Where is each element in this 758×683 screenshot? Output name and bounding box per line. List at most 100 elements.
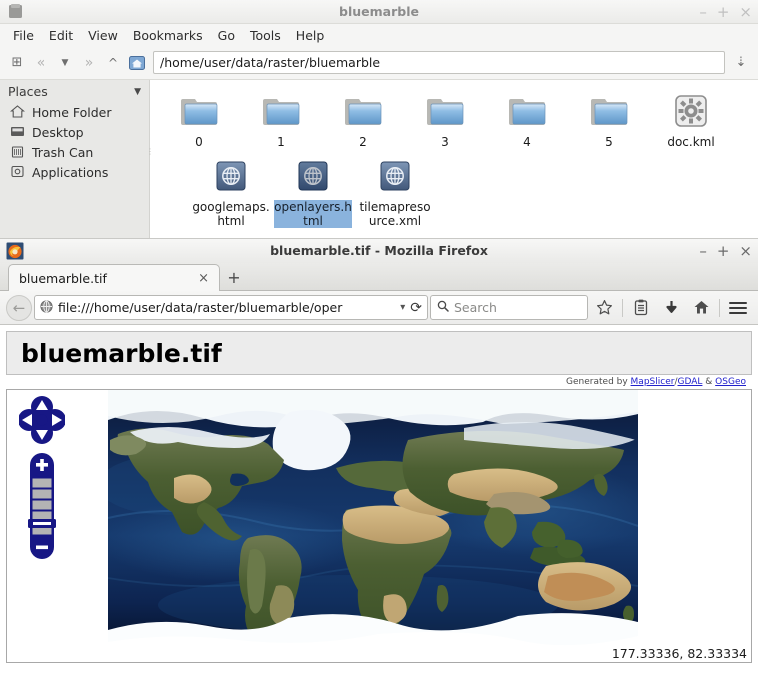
- fm-close-button[interactable]: ×: [739, 4, 752, 20]
- firefox-window-buttons: – + ×: [699, 239, 752, 263]
- file-item-label: openlayers.html: [274, 200, 352, 228]
- reading-list-icon[interactable]: [627, 295, 655, 321]
- path-dropdown-icon[interactable]: ⇣: [730, 51, 752, 75]
- file-item-folder-4[interactable]: 4: [486, 86, 568, 151]
- new-tab-icon[interactable]: ⊞: [6, 51, 28, 75]
- fm-maximize-button[interactable]: +: [717, 4, 730, 20]
- home-icon[interactable]: [687, 295, 715, 321]
- file-item-folder-2[interactable]: 2: [322, 86, 404, 151]
- pan-control[interactable]: [18, 395, 66, 447]
- folder-icon: [342, 90, 384, 132]
- file-item-openlayers-html[interactable]: openlayers.html: [272, 151, 354, 230]
- history-dropdown-icon[interactable]: ▼: [54, 51, 76, 75]
- places-title: Places: [8, 84, 48, 99]
- file-item-label: googlemaps.html: [192, 200, 270, 228]
- sep-amp: &: [702, 377, 716, 387]
- menu-go[interactable]: Go: [211, 26, 242, 45]
- url-bar[interactable]: file:///home/user/data/raster/bluemarble…: [34, 295, 428, 320]
- forward-icon[interactable]: »: [78, 51, 100, 75]
- file-item-googlemaps-html[interactable]: googlemaps.html: [190, 151, 272, 230]
- file-item-doc-kml[interactable]: doc.kml: [650, 86, 732, 151]
- file-manager-titlebar: bluemarble – + ×: [0, 0, 758, 24]
- file-item-folder-0[interactable]: 0: [158, 86, 240, 151]
- firefox-window: bluemarble.tif - Mozilla Firefox – + × b…: [0, 238, 758, 683]
- generated-by-line: Generated by MapSlicer/GDAL & OSGeo: [6, 375, 752, 389]
- file-item-folder-5[interactable]: 5: [568, 86, 650, 151]
- zoom-slider[interactable]: [19, 451, 65, 561]
- back-button[interactable]: ←: [6, 294, 32, 321]
- folder-icon: [506, 90, 548, 132]
- menu-view[interactable]: View: [81, 26, 125, 45]
- places-sidebar: Places ▼ Home Folder Desktop Trash Can A…: [0, 80, 150, 240]
- file-item-label: 4: [523, 135, 531, 149]
- ff-close-button[interactable]: ×: [739, 243, 752, 259]
- sidebar-item-applications[interactable]: Applications: [4, 162, 149, 182]
- search-icon: [437, 300, 449, 315]
- menu-file[interactable]: File: [6, 26, 41, 45]
- applications-icon: [10, 164, 26, 180]
- firefox-tabbar: bluemarble.tif × +: [0, 263, 758, 291]
- trash-icon: [10, 144, 26, 160]
- reload-icon[interactable]: ⟳: [410, 300, 422, 316]
- sidebar-item-label: Home Folder: [32, 104, 112, 120]
- downloads-icon[interactable]: [657, 295, 685, 321]
- sidebar-resize-handle[interactable]: ⋮: [146, 148, 154, 164]
- menu-hamburger-icon[interactable]: [724, 295, 752, 321]
- sidebar-item-trash-can[interactable]: Trash Can: [4, 142, 149, 162]
- menu-bookmarks[interactable]: Bookmarks: [126, 26, 210, 45]
- web-document-icon: [292, 155, 334, 197]
- file-item-folder-1[interactable]: 1: [240, 86, 322, 151]
- places-collapse-icon[interactable]: ▼: [134, 87, 141, 97]
- file-list-area[interactable]: ⋮ 0 1 2 3 4 5 doc.kml googlemaps.html op…: [146, 80, 758, 240]
- close-icon[interactable]: ×: [194, 271, 213, 286]
- menu-help[interactable]: Help: [289, 26, 332, 45]
- firefox-titlebar: bluemarble.tif - Mozilla Firefox – + ×: [0, 239, 758, 263]
- sidebar-item-label: Applications: [32, 164, 109, 180]
- folder-icon: [424, 90, 466, 132]
- file-manager-menubar: File Edit View Bookmarks Go Tools Help: [0, 24, 758, 46]
- home-icon[interactable]: [126, 51, 148, 75]
- page-header: bluemarble.tif: [6, 331, 752, 375]
- coordinate-readout: 177.33336, 82.33334: [611, 646, 747, 661]
- file-item-label: 3: [441, 135, 449, 149]
- map-image[interactable]: [108, 390, 638, 655]
- ff-maximize-button[interactable]: +: [717, 243, 730, 259]
- map-viewport[interactable]: 177.33336, 82.33334: [6, 389, 752, 663]
- parent-folder-icon[interactable]: ^: [102, 51, 124, 75]
- sidebar-item-label: Desktop: [32, 124, 84, 140]
- gdal-link[interactable]: GDAL: [678, 377, 703, 387]
- new-tab-button[interactable]: +: [220, 264, 248, 290]
- map-navigation-controls[interactable]: [18, 395, 66, 561]
- sidebar-item-label: Trash Can: [32, 144, 94, 160]
- sidebar-item-desktop[interactable]: Desktop: [4, 122, 149, 142]
- search-placeholder: Search: [454, 300, 497, 315]
- file-manager-toolbar: ⊞ « ▼ » ^ /home/user/data/raster/bluemar…: [0, 46, 758, 80]
- bookmark-star-icon[interactable]: [590, 295, 618, 321]
- file-item-folder-3[interactable]: 3: [404, 86, 486, 151]
- osgeo-link[interactable]: OSGeo: [715, 377, 746, 387]
- path-entry[interactable]: /home/user/data/raster/bluemarble: [153, 51, 725, 74]
- menu-tools[interactable]: Tools: [243, 26, 288, 45]
- path-text: /home/user/data/raster/bluemarble: [160, 55, 381, 70]
- back-icon[interactable]: «: [30, 51, 52, 75]
- url-dropdown-icon[interactable]: ▾: [400, 302, 405, 313]
- file-item-label: doc.kml: [667, 135, 715, 149]
- ff-minimize-button[interactable]: –: [699, 243, 707, 259]
- file-manager-title: bluemarble: [339, 3, 419, 19]
- page-title: bluemarble.tif: [21, 338, 222, 368]
- search-bar[interactable]: Search: [430, 295, 588, 320]
- file-item-label: 5: [605, 135, 613, 149]
- firefox-title: bluemarble.tif - Mozilla Firefox: [270, 243, 488, 258]
- file-item-tilemapresource-xml[interactable]: tilemapresource.xml: [354, 151, 436, 230]
- sidebar-item-home-folder[interactable]: Home Folder: [4, 102, 149, 122]
- tab-bluemarble-tif[interactable]: bluemarble.tif ×: [8, 264, 220, 291]
- generated-by-prefix: Generated by: [566, 377, 631, 387]
- toolbar-separator: [622, 298, 623, 317]
- file-manager-app-icon: [4, 1, 26, 23]
- menu-edit[interactable]: Edit: [42, 26, 80, 45]
- mapslicer-link[interactable]: MapSlicer: [631, 377, 675, 387]
- folder-icon: [588, 90, 630, 132]
- page-identity-globe-icon[interactable]: [40, 299, 53, 316]
- fm-minimize-button[interactable]: –: [699, 4, 707, 20]
- toolbar-separator: [719, 298, 720, 317]
